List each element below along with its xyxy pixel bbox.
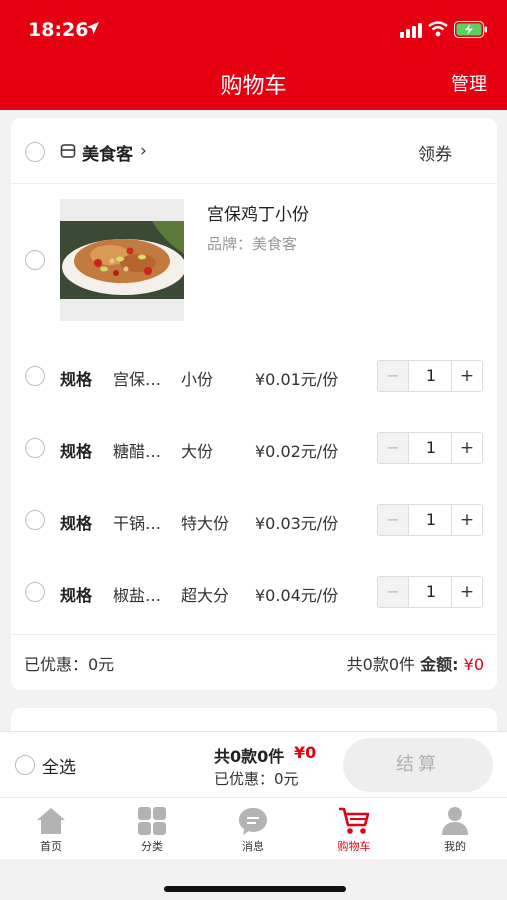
checkout-bar: 全选 共0款0件 ¥0 已优惠：0元 结算 (0, 731, 507, 798)
spec-price: ¥0.02元/份 (255, 442, 339, 461)
product-select-radio[interactable] (25, 250, 45, 270)
brand-label: 品牌： (207, 235, 253, 253)
spec-label: 规格 (60, 586, 93, 605)
spec-size: 大份 (181, 442, 214, 461)
quantity-stepper: − 1 + (377, 576, 483, 608)
increase-button[interactable]: + (451, 433, 482, 463)
category-icon (138, 807, 166, 835)
coupon-button[interactable]: 领券 (418, 140, 452, 165)
select-all-label[interactable]: 全选 (42, 753, 76, 778)
spec-select-radio[interactable] (25, 582, 45, 602)
tab-category[interactable]: 分类 (112, 798, 192, 858)
quantity-stepper: − 1 + (377, 504, 483, 536)
total-discount: 已优惠：0元 (214, 770, 299, 788)
cellular-signal-icon (400, 23, 422, 38)
spec-price: ¥0.01元/份 (255, 370, 339, 389)
increase-button[interactable]: + (451, 505, 482, 535)
product-image[interactable] (60, 199, 184, 321)
checkout-button[interactable]: 结算 (343, 738, 493, 792)
spec-row: 规格 糖醋里脊 大份 ¥0.02元/份 − 1 + (11, 432, 497, 466)
spec-select-radio[interactable] (25, 438, 45, 458)
card-amount: ¥0 (463, 655, 484, 674)
divider (11, 634, 497, 635)
page-title: 购物车 (220, 74, 287, 99)
spec-size: 超大分 (181, 586, 230, 605)
total-count: 共0款0件 (214, 747, 285, 766)
decrease-button[interactable]: − (378, 433, 409, 463)
tab-label: 分类 (141, 840, 163, 853)
card-total: 共0款0件 金额: ¥0 (347, 651, 484, 675)
brand-value: 美食客 (252, 235, 298, 253)
increase-button[interactable]: + (451, 361, 482, 391)
location-arrow-icon (87, 22, 99, 34)
shop-cart-card: 美食客 › 领券 宫保鸡丁小份 品牌：美食客 规格 宫保鸡丁 (11, 118, 497, 690)
tab-label: 购物车 (337, 840, 371, 853)
spec-label: 规格 (60, 442, 93, 461)
spec-name: 宫保鸡丁 (113, 370, 167, 389)
chevron-right-icon[interactable]: › (140, 141, 147, 161)
card-amount-label: 金额: (420, 655, 459, 674)
manage-button[interactable]: 管理 (451, 70, 487, 96)
status-bar: 18:26 (0, 0, 507, 60)
quantity-value[interactable]: 1 (409, 361, 453, 391)
quantity-value[interactable]: 1 (409, 577, 453, 607)
select-all-radio[interactable] (15, 755, 35, 775)
home-indicator-area (0, 859, 507, 900)
tab-cart[interactable]: 购物车 (314, 798, 394, 858)
home-indicator[interactable] (164, 886, 346, 892)
divider (11, 183, 497, 184)
spec-label: 规格 (60, 514, 93, 533)
tab-label: 我的 (444, 840, 466, 853)
card-count: 共0款0件 (346, 655, 416, 674)
spec-name: 糖醋里脊 (113, 442, 167, 461)
spec-name: 椒盐排条 (113, 586, 167, 605)
decrease-button[interactable]: − (378, 505, 409, 535)
shop-select-radio[interactable] (25, 142, 45, 162)
quantity-stepper: − 1 + (377, 360, 483, 392)
decrease-button[interactable]: − (378, 577, 409, 607)
spec-size: 特大份 (181, 514, 230, 533)
total-amount: ¥0 (294, 743, 317, 762)
tab-bar: 首页 分类 消息 购物车 我的 (0, 797, 507, 860)
increase-button[interactable]: + (451, 577, 482, 607)
spec-price: ¥0.04元/份 (255, 586, 339, 605)
tab-label: 消息 (242, 840, 264, 853)
user-icon (442, 807, 468, 835)
tab-message[interactable]: 消息 (213, 798, 293, 858)
spec-name: 干锅花菜 (113, 514, 167, 533)
decrease-button[interactable]: − (378, 361, 409, 391)
product-brand: 品牌：美食客 (207, 233, 297, 254)
spec-price: ¥0.03元/份 (255, 514, 339, 533)
spec-select-radio[interactable] (25, 510, 45, 530)
spec-select-radio[interactable] (25, 366, 45, 386)
wifi-icon (428, 21, 448, 37)
tab-label: 首页 (40, 840, 62, 853)
app-header: 18:26 购物车 管理 (0, 0, 507, 110)
quantity-stepper: − 1 + (377, 432, 483, 464)
home-icon (37, 808, 65, 834)
spec-row: 规格 椒盐排条 超大分 ¥0.04元/份 − 1 + (11, 576, 497, 610)
spec-size: 小份 (181, 370, 214, 389)
cart-icon (339, 807, 370, 834)
spec-row: 规格 干锅花菜 特大份 ¥0.03元/份 − 1 + (11, 504, 497, 538)
tab-profile[interactable]: 我的 (415, 798, 495, 858)
quantity-value[interactable]: 1 (409, 433, 453, 463)
tab-home[interactable]: 首页 (11, 798, 91, 858)
shop-name[interactable]: 美食客 (82, 140, 133, 165)
spec-row: 规格 宫保鸡丁 小份 ¥0.01元/份 − 1 + (11, 360, 497, 394)
product-name[interactable]: 宫保鸡丁小份 (207, 200, 309, 225)
battery-charging-icon (454, 21, 487, 38)
status-time: 18:26 (28, 19, 89, 41)
store-icon (60, 144, 76, 158)
spec-label: 规格 (60, 370, 93, 389)
quantity-value[interactable]: 1 (409, 505, 453, 535)
message-icon (239, 808, 267, 835)
card-discount: 已优惠：0元 (24, 655, 115, 674)
